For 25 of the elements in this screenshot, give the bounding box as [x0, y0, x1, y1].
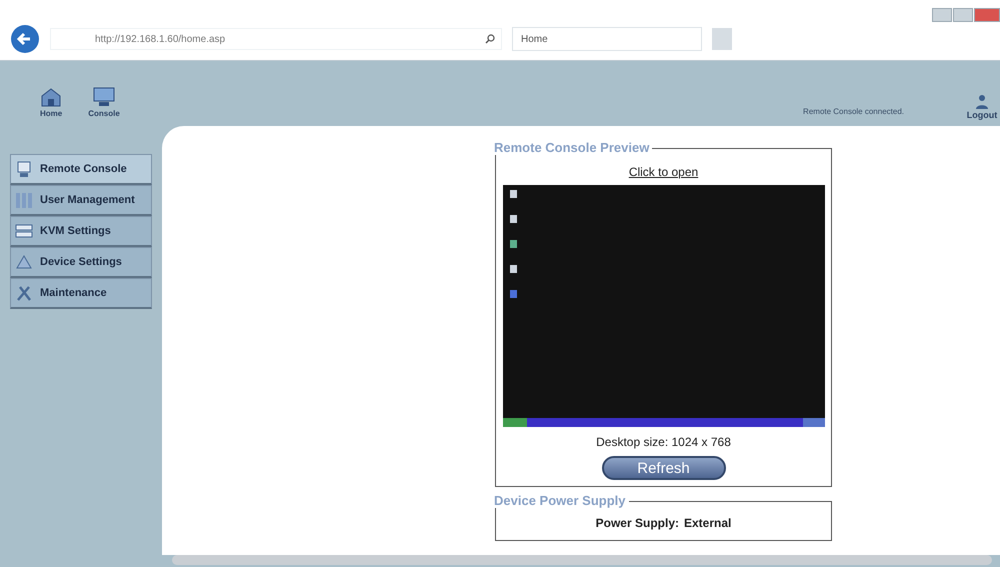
- toolbar-button[interactable]: Console: [88, 87, 120, 118]
- house-icon: [40, 87, 62, 107]
- person-icon: [975, 94, 989, 110]
- refresh-button[interactable]: Refresh: [602, 456, 726, 480]
- browser-tab[interactable]: Home: [512, 27, 702, 51]
- address-bar[interactable]: http://192.168.1.60/home.asp: [50, 28, 502, 50]
- power-supply-value: External: [684, 516, 732, 530]
- sidebar-item[interactable]: User Management: [10, 185, 152, 216]
- menu-item-icon: [14, 190, 34, 210]
- logout-button[interactable]: Logout: [964, 94, 1000, 120]
- toolbar-button[interactable]: Home: [40, 87, 62, 118]
- panel-legend: Remote Console Preview: [494, 140, 652, 155]
- horizontal-scrollbar[interactable]: [172, 555, 992, 565]
- desktop-size-text: Desktop size: 1024 x 768: [596, 435, 731, 449]
- sidebar-item[interactable]: Maintenance: [10, 278, 152, 309]
- sidebar-item[interactable]: Remote Console: [10, 154, 152, 185]
- connection-status: Remote Console connected.: [803, 107, 904, 116]
- sidebar-item[interactable]: KVM Settings: [10, 216, 152, 247]
- power-supply-label: Power Supply:: [596, 516, 679, 530]
- panel-legend: Device Power Supply: [494, 493, 628, 508]
- search-icon[interactable]: [485, 34, 495, 44]
- monitor-icon: [93, 87, 116, 107]
- window-controls-drawing: [932, 8, 1000, 22]
- open-console-link[interactable]: Click to open: [628, 165, 698, 179]
- sidebar-item[interactable]: Device Settings: [10, 247, 152, 278]
